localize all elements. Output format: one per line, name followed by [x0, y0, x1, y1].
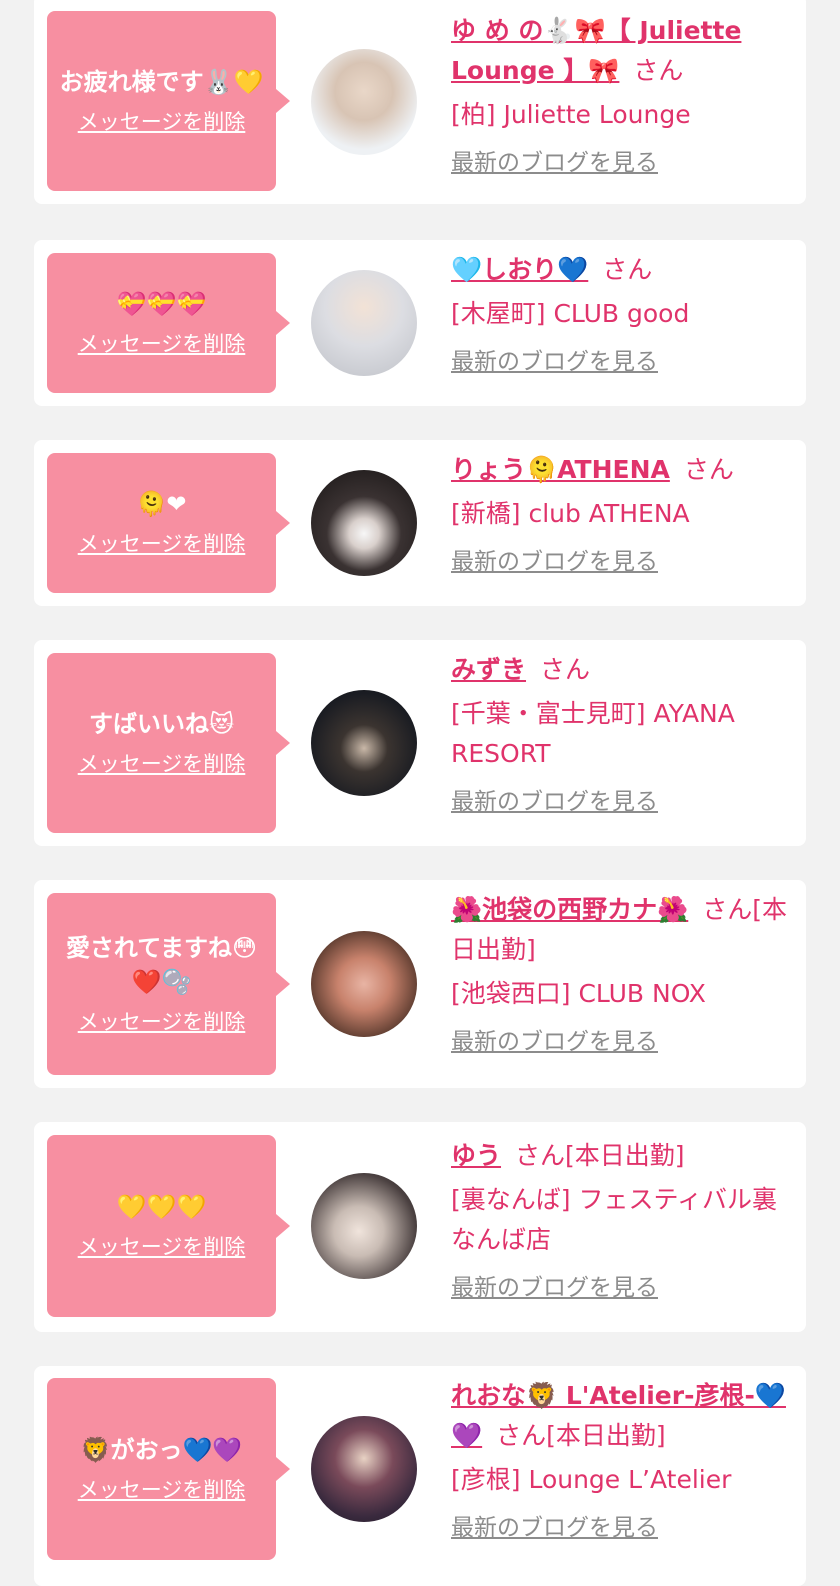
message-card: 💝💝💝 メッセージを削除 🩵しおり💙 さん [木屋町] CLUB good 最新の… — [34, 240, 806, 406]
name-line: ゆ め の🐇🎀【 Juliette Lounge 】🎀 さん — [451, 11, 791, 91]
latest-blog-link[interactable]: 最新のブログを見る — [451, 1026, 791, 1058]
delete-message-link[interactable]: メッセージを削除 — [78, 107, 246, 137]
cast-info: 🩵しおり💙 さん [木屋町] CLUB good 最新のブログを見る — [451, 250, 791, 378]
latest-blog-link[interactable]: 最新のブログを見る — [451, 147, 791, 179]
name-line: れおな🦁 L'Atelier-彦根-💙💜 さん[本日出勤] — [451, 1376, 791, 1456]
avatar[interactable] — [311, 1416, 417, 1522]
latest-blog-link[interactable]: 最新のブログを見る — [451, 1512, 791, 1544]
honorific: さん — [683, 455, 734, 484]
name-line: みずき さん — [451, 650, 791, 690]
shop-name: [柏] Juliette Lounge — [451, 100, 691, 129]
shop-name: [木屋町] CLUB good — [451, 299, 690, 328]
message-bubble: 愛されてますね😳❤️🫧 メッセージを削除 — [47, 893, 276, 1075]
message-bubble: すばいいね😻 メッセージを削除 — [47, 653, 276, 833]
message-bubble: 💛💛💛 メッセージを削除 — [47, 1135, 276, 1317]
avatar[interactable] — [311, 1173, 417, 1279]
delete-message-link[interactable]: メッセージを削除 — [78, 1475, 246, 1505]
message-text: 愛されてますね😳❤️🫧 — [65, 934, 258, 996]
message-text: すばいいね😻 — [88, 710, 235, 738]
message-bubble: 💝💝💝 メッセージを削除 — [47, 253, 276, 393]
honorific: さん — [633, 56, 684, 85]
delete-message-link[interactable]: メッセージを削除 — [78, 329, 246, 359]
shop-name: [池袋西口] CLUB NOX — [451, 979, 706, 1008]
message-bubble: お疲れ様です🐰💛 メッセージを削除 — [47, 11, 276, 191]
message-bubble: 🦁がおっ💙💜 メッセージを削除 — [47, 1378, 276, 1560]
cast-name-link[interactable]: りょう🫠ATHENA — [451, 455, 670, 484]
latest-blog-link[interactable]: 最新のブログを見る — [451, 346, 791, 378]
message-text: 🦁がおっ💙💜 — [80, 1436, 243, 1464]
message-card: 🦁がおっ💙💜 メッセージを削除 れおな🦁 L'Atelier-彦根-💙💜 さん[本… — [34, 1366, 806, 1586]
message-card: 🫠❤ メッセージを削除 りょう🫠ATHENA さん [新橋] club ATHEN… — [34, 440, 806, 606]
name-line: ゆう さん[本日出勤] — [451, 1136, 791, 1176]
delete-message-link[interactable]: メッセージを削除 — [78, 749, 246, 779]
cast-info: りょう🫠ATHENA さん [新橋] club ATHENA 最新のブログを見る — [451, 450, 791, 578]
avatar[interactable] — [311, 49, 417, 155]
cast-name-link[interactable]: みずき — [451, 655, 526, 684]
honorific: さん — [496, 1421, 547, 1450]
avatar[interactable] — [311, 931, 417, 1037]
message-card: お疲れ様です🐰💛 メッセージを削除 ゆ め の🐇🎀【 Juliette Loun… — [34, 0, 806, 204]
delete-message-link[interactable]: メッセージを削除 — [78, 1232, 246, 1262]
honorific: さん — [702, 895, 753, 924]
message-card: 愛されてますね😳❤️🫧 メッセージを削除 🌺池袋の西野カナ🌺 さん[本日出勤] [… — [34, 880, 806, 1088]
cast-name-link[interactable]: 🌺池袋の西野カナ🌺 — [451, 895, 688, 924]
status-text: [本日出勤] — [565, 1141, 685, 1170]
message-text: お疲れ様です🐰💛 — [59, 68, 264, 96]
message-bubble: 🫠❤ メッセージを削除 — [47, 453, 276, 593]
message-card: すばいいね😻 メッセージを削除 みずき さん [千葉・富士見町] AYANA RE… — [34, 640, 806, 846]
avatar[interactable] — [311, 270, 417, 376]
latest-blog-link[interactable]: 最新のブログを見る — [451, 546, 791, 578]
message-text: 💝💝💝 — [116, 290, 207, 318]
name-line: 🩵しおり💙 さん — [451, 250, 791, 290]
cast-info: れおな🦁 L'Atelier-彦根-💙💜 さん[本日出勤] [彦根] Lounge… — [451, 1376, 791, 1544]
latest-blog-link[interactable]: 最新のブログを見る — [451, 786, 791, 818]
cast-name-link[interactable]: ゆう — [451, 1141, 501, 1170]
message-card: 💛💛💛 メッセージを削除 ゆう さん[本日出勤] [裏なんば] フェスティバル裏な… — [34, 1122, 806, 1332]
cast-name-link[interactable]: ゆ め の🐇🎀【 Juliette Lounge 】🎀 — [451, 16, 741, 85]
honorific: さん — [515, 1141, 566, 1170]
cast-info: 🌺池袋の西野カナ🌺 さん[本日出勤] [池袋西口] CLUB NOX 最新のブログ… — [451, 890, 791, 1058]
cast-info: ゆ め の🐇🎀【 Juliette Lounge 】🎀 さん [柏] Juliet… — [451, 11, 791, 179]
delete-message-link[interactable]: メッセージを削除 — [78, 1007, 246, 1037]
cast-info: ゆう さん[本日出勤] [裏なんば] フェスティバル裏なんば店 最新のブログを見る — [451, 1136, 791, 1304]
name-line: 🌺池袋の西野カナ🌺 さん[本日出勤] — [451, 890, 791, 970]
cast-info: みずき さん [千葉・富士見町] AYANA RESORT 最新のブログを見る — [451, 650, 791, 818]
shop-name: [裏なんば] フェスティバル裏なんば店 — [451, 1185, 777, 1254]
latest-blog-link[interactable]: 最新のブログを見る — [451, 1272, 791, 1304]
cast-name-link[interactable]: 🩵しおり💙 — [451, 255, 588, 284]
honorific: さん — [602, 255, 653, 284]
delete-message-link[interactable]: メッセージを削除 — [78, 529, 246, 559]
avatar[interactable] — [311, 470, 417, 576]
status-text: [本日出勤] — [546, 1421, 666, 1450]
shop-name: [彦根] Lounge L’Atelier — [451, 1465, 732, 1494]
honorific: さん — [540, 655, 591, 684]
avatar[interactable] — [311, 690, 417, 796]
message-text: 🫠❤ — [136, 490, 187, 518]
message-text: 💛💛💛 — [116, 1193, 207, 1221]
shop-name: [新橋] club ATHENA — [451, 499, 690, 528]
name-line: りょう🫠ATHENA さん — [451, 450, 791, 490]
shop-name: [千葉・富士見町] AYANA RESORT — [451, 699, 735, 768]
